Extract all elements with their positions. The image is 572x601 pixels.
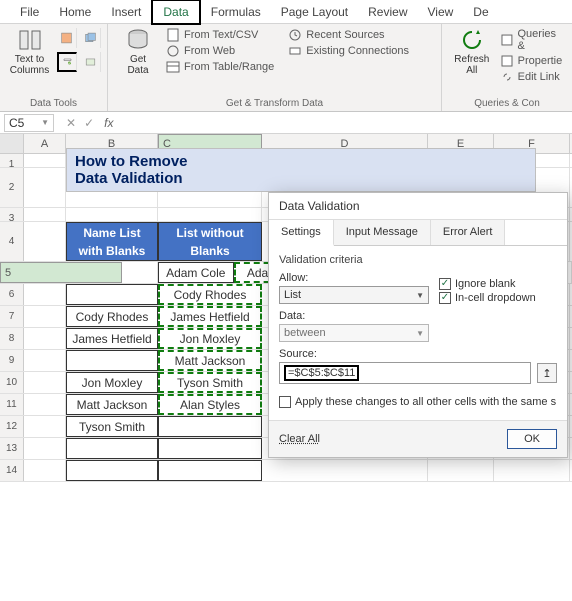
range-select-icon: ↥ bbox=[542, 367, 551, 380]
dialog-title: Data Validation bbox=[269, 193, 567, 220]
get-data-icon bbox=[126, 28, 150, 52]
queries-icon bbox=[500, 33, 514, 47]
source-label: Source: bbox=[279, 348, 557, 360]
tab-file[interactable]: File bbox=[10, 1, 49, 23]
table-header[interactable]: List without Blanks bbox=[158, 222, 262, 261]
formula-bar: C5▼ ✕ ✓ fx bbox=[0, 112, 572, 134]
existing-connections-button[interactable]: Existing Connections bbox=[288, 44, 409, 58]
allow-label: Allow: bbox=[279, 272, 429, 284]
tab-home[interactable]: Home bbox=[49, 1, 101, 23]
table-cell[interactable] bbox=[66, 438, 158, 459]
table-cell[interactable]: Cody Rhodes bbox=[66, 306, 158, 327]
tab-formulas[interactable]: Formulas bbox=[201, 1, 271, 23]
table-cell[interactable] bbox=[158, 460, 262, 481]
cancel-formula-icon[interactable]: ✕ bbox=[66, 116, 76, 130]
table-cell[interactable]: Jon Moxley bbox=[66, 372, 158, 393]
refresh-icon bbox=[460, 28, 484, 52]
table-cell[interactable]: Tyson Smith bbox=[66, 416, 158, 437]
tab-review[interactable]: Review bbox=[358, 1, 417, 23]
data-select[interactable]: between▼ bbox=[279, 324, 429, 342]
table-cell[interactable]: Cody Rhodes bbox=[158, 284, 262, 305]
get-data-button[interactable]: Get Data bbox=[114, 28, 162, 76]
properties-button[interactable]: Propertie bbox=[500, 54, 566, 68]
from-web-button[interactable]: From Web bbox=[166, 44, 274, 58]
data-validation-dialog: Data Validation Settings Input Message E… bbox=[268, 192, 568, 458]
chevron-down-icon: ▼ bbox=[416, 329, 424, 338]
connections-icon bbox=[288, 44, 302, 58]
table-cell[interactable]: James Hetfield bbox=[66, 328, 158, 349]
edit-links-button[interactable]: Edit Link bbox=[500, 70, 566, 84]
tab-data[interactable]: Data bbox=[151, 0, 200, 25]
col-header-A[interactable]: A bbox=[24, 134, 66, 153]
tab-view[interactable]: View bbox=[418, 1, 464, 23]
fx-icon[interactable]: fx bbox=[104, 116, 119, 130]
table-cell[interactable]: Alan Styles bbox=[158, 394, 262, 415]
table-cell[interactable]: Adam Cole bbox=[158, 262, 234, 283]
data-validation-button[interactable] bbox=[57, 52, 77, 72]
apply-same-settings-checkbox[interactable]: Apply these changes to all other cells w… bbox=[279, 396, 557, 408]
tab-page-layout[interactable]: Page Layout bbox=[271, 1, 358, 23]
flash-fill-button[interactable] bbox=[57, 28, 77, 48]
dialog-tabs: Settings Input Message Error Alert bbox=[269, 220, 567, 246]
table-cell[interactable] bbox=[66, 284, 158, 305]
collapse-dialog-button[interactable]: ↥ bbox=[537, 363, 557, 383]
title-merged-cell[interactable]: How to Remove Data Validation bbox=[66, 148, 536, 192]
select-all-corner[interactable] bbox=[0, 134, 24, 153]
refresh-all-button[interactable]: Refresh All bbox=[448, 28, 496, 76]
table-cell[interactable]: Jon Moxley bbox=[158, 328, 262, 349]
table-cell[interactable]: James Hetfield bbox=[158, 306, 262, 327]
tab-developer[interactable]: De bbox=[463, 1, 498, 23]
ok-button[interactable]: OK bbox=[507, 429, 557, 449]
table-cell[interactable] bbox=[158, 438, 262, 459]
group-label-queries: Queries & Con bbox=[448, 96, 566, 109]
ignore-blank-checkbox[interactable]: ✓Ignore blank bbox=[439, 278, 536, 290]
table-cell[interactable] bbox=[66, 350, 158, 371]
tab-settings[interactable]: Settings bbox=[269, 220, 334, 246]
file-icon bbox=[166, 28, 180, 42]
ribbon-group-queries: Refresh All Queries & Propertie Edit Lin… bbox=[442, 24, 572, 111]
tab-insert[interactable]: Insert bbox=[101, 1, 151, 23]
consolidate-button[interactable] bbox=[81, 52, 101, 72]
table-cell[interactable]: Tyson Smith bbox=[158, 372, 262, 393]
remove-duplicates-button[interactable] bbox=[81, 28, 101, 48]
group-label-data-tools: Data Tools bbox=[6, 96, 101, 109]
chevron-down-icon: ▼ bbox=[41, 118, 49, 127]
ribbon-group-data-tools: Text to Columns Data Tools bbox=[0, 24, 108, 111]
accept-formula-icon[interactable]: ✓ bbox=[84, 116, 94, 130]
in-cell-dropdown-checkbox[interactable]: ✓In-cell dropdown bbox=[439, 292, 536, 304]
recent-icon bbox=[288, 28, 302, 42]
chevron-down-icon: ▼ bbox=[416, 291, 424, 300]
from-text-csv-button[interactable]: From Text/CSV bbox=[166, 28, 274, 42]
ribbon-tabs: File Home Insert Data Formulas Page Layo… bbox=[0, 0, 572, 24]
text-to-columns-button[interactable]: Text to Columns bbox=[6, 28, 53, 76]
data-label: Data: bbox=[279, 310, 557, 322]
ribbon-group-get-transform: Get Data From Text/CSV From Web From Tab… bbox=[108, 24, 442, 111]
ribbon: Text to Columns Data Tools Get Data From… bbox=[0, 24, 572, 112]
text-to-columns-icon bbox=[18, 28, 42, 52]
allow-select[interactable]: List▼ bbox=[279, 286, 429, 304]
table-icon bbox=[166, 60, 180, 74]
table-cell[interactable] bbox=[66, 460, 158, 481]
table-header[interactable]: Name List with Blanks bbox=[66, 222, 158, 261]
table-cell[interactable]: Matt Jackson bbox=[158, 350, 262, 371]
globe-icon bbox=[166, 44, 180, 58]
table-cell[interactable]: Matt Jackson bbox=[66, 394, 158, 415]
tab-input-message[interactable]: Input Message bbox=[334, 220, 431, 245]
name-box[interactable]: C5▼ bbox=[4, 114, 54, 132]
queries-connections-button[interactable]: Queries & bbox=[500, 28, 566, 52]
link-icon bbox=[500, 70, 514, 84]
recent-sources-button[interactable]: Recent Sources bbox=[288, 28, 409, 42]
properties-icon bbox=[500, 54, 514, 68]
tab-error-alert[interactable]: Error Alert bbox=[431, 220, 506, 245]
group-label-get-transform: Get & Transform Data bbox=[114, 96, 435, 109]
from-table-range-button[interactable]: From Table/Range bbox=[166, 60, 274, 74]
table-cell[interactable] bbox=[158, 416, 262, 437]
source-input[interactable]: =$C$5:$C$11 bbox=[279, 362, 531, 384]
clear-all-button[interactable]: Clear All bbox=[279, 433, 320, 445]
validation-criteria-label: Validation criteria bbox=[279, 254, 557, 266]
